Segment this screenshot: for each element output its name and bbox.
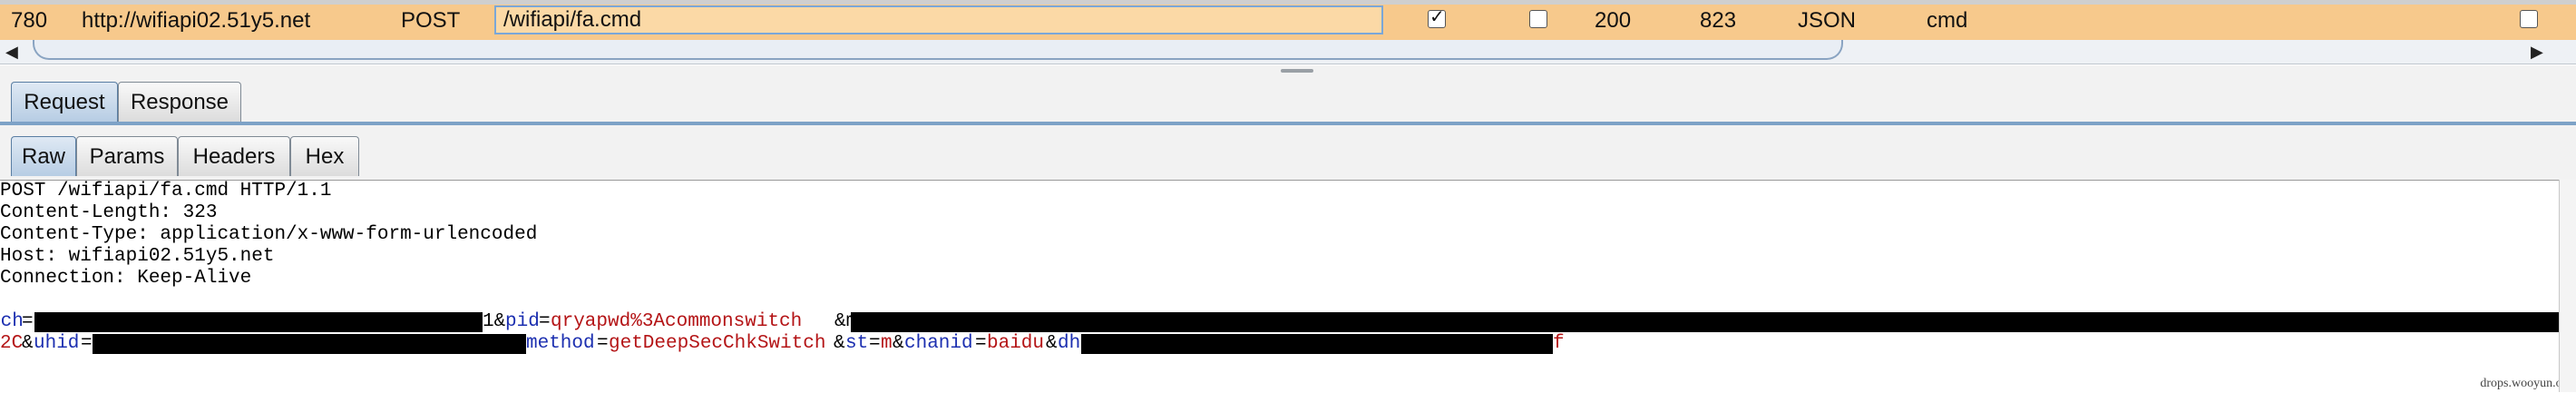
row-top-edge <box>0 0 2576 5</box>
row-length: 823 <box>1700 8 1737 33</box>
tab-hex[interactable]: Hex <box>290 136 359 176</box>
body-param-name: dh <box>1058 333 1081 354</box>
scroll-right-arrow-icon[interactable]: ▶ <box>2531 44 2543 60</box>
view-tab-bar: Raw Params Headers Hex <box>0 125 2576 180</box>
vertical-scrollbar[interactable] <box>2559 180 2576 392</box>
body-param-value: qryapwd%3Acommonswitch <box>551 311 803 332</box>
body-param-value: f <box>1553 333 1565 354</box>
body-param-value: m <box>881 333 893 354</box>
body-amp: & <box>22 333 34 354</box>
body-equals: = <box>869 333 881 354</box>
redacted-block <box>851 312 2560 332</box>
content-type-header: Content-Type: application/x-www-form-url… <box>0 224 538 245</box>
body-param-value: baidu <box>987 333 1045 354</box>
row-url: /wifiapi/fa.cmd <box>503 7 642 32</box>
host-header: Host: wifiapi02.51y5.net <box>0 246 275 267</box>
params-checkbox[interactable] <box>1428 5 1446 28</box>
tab-raw[interactable]: Raw <box>11 136 76 176</box>
history-row-780[interactable]: 780 http://wifiapi02.51y5.net POST /wifi… <box>0 0 2576 40</box>
body-param-value: getDeepSecChkSwitch <box>609 333 826 354</box>
redacted-block <box>34 312 483 332</box>
body-amp: & <box>893 333 904 354</box>
body-param-name: pid <box>505 311 540 332</box>
row-extension: cmd <box>1927 8 1968 33</box>
row-status: 200 <box>1595 8 1632 33</box>
connection-header: Connection: Keep-Alive <box>0 268 252 289</box>
request-line: POST /wifiapi/fa.cmd HTTP/1.1 <box>0 181 332 201</box>
body-amp: & <box>1046 333 1058 354</box>
comment-checkbox[interactable] <box>2520 10 2538 28</box>
edited-checkbox[interactable] <box>1529 10 1547 28</box>
scroll-left-arrow-icon[interactable]: ◀ <box>5 44 18 60</box>
row-number: 780 <box>11 8 48 33</box>
body-amp: 1& <box>483 311 506 332</box>
row-method: POST <box>401 8 461 33</box>
row-host: http://wifiapi02.51y5.net <box>82 8 311 33</box>
tab-headers[interactable]: Headers <box>178 136 290 176</box>
body-param-value: 2C <box>0 333 24 354</box>
body-param-name: chanid <box>904 333 973 354</box>
tab-response[interactable]: Response <box>118 82 241 122</box>
body-param-name: pch <box>0 311 24 332</box>
body-param-name: uhid <box>34 333 80 354</box>
redacted-block <box>93 334 526 354</box>
redacted-block <box>1081 334 1553 354</box>
tab-params[interactable]: Params <box>76 136 178 176</box>
raw-request-editor[interactable]: POST /wifiapi/fa.cmd HTTP/1.1 Content-Le… <box>0 180 2576 393</box>
body-equals: = <box>539 311 551 332</box>
row-url-cell[interactable]: /wifiapi/fa.cmd <box>494 5 1383 34</box>
body-equals: = <box>597 333 609 354</box>
splitter-grip-icon[interactable] <box>1281 69 1313 73</box>
tab-request[interactable]: Request <box>11 82 118 122</box>
body-equals: = <box>22 311 34 332</box>
row-mime: JSON <box>1798 8 1857 33</box>
content-length-header: Content-Length: 323 <box>0 202 218 223</box>
scrollbar-thumb[interactable] <box>33 40 1843 60</box>
body-param-name: method <box>526 333 595 354</box>
body-equals: = <box>975 333 987 354</box>
body-amp: & <box>834 333 845 354</box>
body-equals: = <box>81 333 93 354</box>
message-tab-bar: Request Response <box>0 76 2576 122</box>
body-param-name: st <box>845 333 869 354</box>
